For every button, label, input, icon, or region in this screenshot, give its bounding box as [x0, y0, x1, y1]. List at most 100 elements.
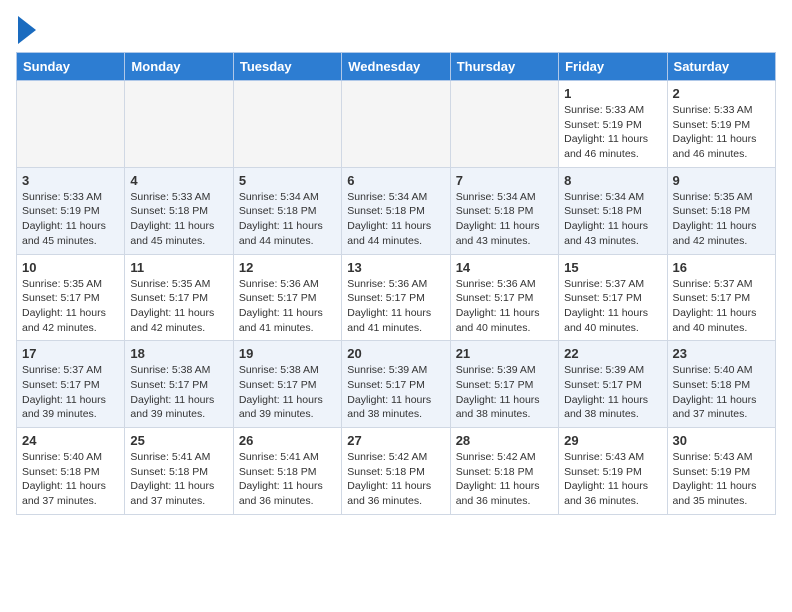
- calendar-cell: 15 Sunrise: 5:37 AM Sunset: 5:17 PM Dayli…: [559, 254, 667, 341]
- calendar-cell: 17 Sunrise: 5:37 AM Sunset: 5:17 PM Dayli…: [17, 341, 125, 428]
- calendar-week-row: 24Sunrise: 5:40 AM Sunset: 5:18 PM Dayli…: [17, 428, 776, 515]
- day-info: Sunrise: 5:35 AM Sunset: 5:17 PM Dayligh…: [130, 277, 227, 336]
- calendar-cell: 4Sunrise: 5:33 AM Sunset: 5:18 PM Daylig…: [125, 167, 233, 254]
- day-number: 14: [456, 260, 553, 275]
- calendar-week-row: 1 Sunrise: 5:33 AM Sunset: 5:19 PM Daylig…: [17, 81, 776, 168]
- day-info: Sunrise: 5:33 AM Sunset: 5:19 PM Dayligh…: [22, 190, 119, 249]
- day-info: Sunrise: 5:39 AM Sunset: 5:17 PM Dayligh…: [347, 363, 444, 422]
- calendar-cell: 25 Sunrise: 5:41 AM Sunset: 5:18 PM Dayli…: [125, 428, 233, 515]
- day-number: 20: [347, 346, 444, 361]
- day-info: Sunrise: 5:39 AM Sunset: 5:17 PM Dayligh…: [456, 363, 553, 422]
- calendar-cell: 29Sunrise: 5:43 AM Sunset: 5:19 PM Dayli…: [559, 428, 667, 515]
- calendar-cell: 8 Sunrise: 5:34 AM Sunset: 5:18 PM Daylig…: [559, 167, 667, 254]
- calendar-cell: 6Sunrise: 5:34 AM Sunset: 5:18 PM Daylig…: [342, 167, 450, 254]
- day-info: Sunrise: 5:38 AM Sunset: 5:17 PM Dayligh…: [239, 363, 336, 422]
- day-number: 25: [130, 433, 227, 448]
- calendar-cell: [233, 81, 341, 168]
- day-info: Sunrise: 5:35 AM Sunset: 5:18 PM Dayligh…: [673, 190, 770, 249]
- weekday-header: Wednesday: [342, 53, 450, 81]
- weekday-header: Tuesday: [233, 53, 341, 81]
- calendar-cell: [17, 81, 125, 168]
- calendar-week-row: 17 Sunrise: 5:37 AM Sunset: 5:17 PM Dayli…: [17, 341, 776, 428]
- day-number: 19: [239, 346, 336, 361]
- day-info: Sunrise: 5:42 AM Sunset: 5:18 PM Dayligh…: [347, 450, 444, 509]
- calendar-cell: 7 Sunrise: 5:34 AM Sunset: 5:18 PM Daylig…: [450, 167, 558, 254]
- day-number: 21: [456, 346, 553, 361]
- day-number: 3: [22, 173, 119, 188]
- day-number: 15: [564, 260, 661, 275]
- day-info: Sunrise: 5:37 AM Sunset: 5:17 PM Dayligh…: [564, 277, 661, 336]
- calendar-cell: 20 Sunrise: 5:39 AM Sunset: 5:17 PM Dayli…: [342, 341, 450, 428]
- day-number: 28: [456, 433, 553, 448]
- calendar-cell: [450, 81, 558, 168]
- calendar-week-row: 10 Sunrise: 5:35 AM Sunset: 5:17 PM Dayli…: [17, 254, 776, 341]
- weekday-header: Sunday: [17, 53, 125, 81]
- day-info: Sunrise: 5:36 AM Sunset: 5:17 PM Dayligh…: [456, 277, 553, 336]
- day-number: 7: [456, 173, 553, 188]
- day-number: 5: [239, 173, 336, 188]
- day-number: 23: [673, 346, 770, 361]
- calendar-cell: 13 Sunrise: 5:36 AM Sunset: 5:17 PM Dayli…: [342, 254, 450, 341]
- logo: [16, 16, 36, 44]
- calendar-cell: 19 Sunrise: 5:38 AM Sunset: 5:17 PM Dayli…: [233, 341, 341, 428]
- day-number: 30: [673, 433, 770, 448]
- calendar-cell: 18Sunrise: 5:38 AM Sunset: 5:17 PM Dayli…: [125, 341, 233, 428]
- day-info: Sunrise: 5:33 AM Sunset: 5:19 PM Dayligh…: [564, 103, 661, 162]
- day-info: Sunrise: 5:34 AM Sunset: 5:18 PM Dayligh…: [564, 190, 661, 249]
- calendar-cell: 10 Sunrise: 5:35 AM Sunset: 5:17 PM Dayli…: [17, 254, 125, 341]
- calendar-week-row: 3 Sunrise: 5:33 AM Sunset: 5:19 PM Daylig…: [17, 167, 776, 254]
- day-number: 2: [673, 86, 770, 101]
- day-info: Sunrise: 5:40 AM Sunset: 5:18 PM Dayligh…: [673, 363, 770, 422]
- day-info: Sunrise: 5:39 AM Sunset: 5:17 PM Dayligh…: [564, 363, 661, 422]
- day-number: 12: [239, 260, 336, 275]
- weekday-header: Thursday: [450, 53, 558, 81]
- day-info: Sunrise: 5:36 AM Sunset: 5:17 PM Dayligh…: [239, 277, 336, 336]
- day-info: Sunrise: 5:36 AM Sunset: 5:17 PM Dayligh…: [347, 277, 444, 336]
- day-number: 22: [564, 346, 661, 361]
- day-number: 17: [22, 346, 119, 361]
- day-info: Sunrise: 5:34 AM Sunset: 5:18 PM Dayligh…: [347, 190, 444, 249]
- day-number: 8: [564, 173, 661, 188]
- day-info: Sunrise: 5:37 AM Sunset: 5:17 PM Dayligh…: [22, 363, 119, 422]
- day-number: 27: [347, 433, 444, 448]
- calendar-cell: [125, 81, 233, 168]
- calendar-cell: 27 Sunrise: 5:42 AM Sunset: 5:18 PM Dayli…: [342, 428, 450, 515]
- day-info: Sunrise: 5:42 AM Sunset: 5:18 PM Dayligh…: [456, 450, 553, 509]
- calendar-cell: 9 Sunrise: 5:35 AM Sunset: 5:18 PM Daylig…: [667, 167, 775, 254]
- day-info: Sunrise: 5:41 AM Sunset: 5:18 PM Dayligh…: [130, 450, 227, 509]
- calendar-cell: 28 Sunrise: 5:42 AM Sunset: 5:18 PM Dayli…: [450, 428, 558, 515]
- calendar-cell: 5Sunrise: 5:34 AM Sunset: 5:18 PM Daylig…: [233, 167, 341, 254]
- calendar-cell: 23 Sunrise: 5:40 AM Sunset: 5:18 PM Dayli…: [667, 341, 775, 428]
- calendar-cell: [342, 81, 450, 168]
- page-header: [16, 16, 776, 44]
- calendar-cell: 26Sunrise: 5:41 AM Sunset: 5:18 PM Dayli…: [233, 428, 341, 515]
- calendar-cell: 30 Sunrise: 5:43 AM Sunset: 5:19 PM Dayli…: [667, 428, 775, 515]
- day-info: Sunrise: 5:43 AM Sunset: 5:19 PM Dayligh…: [673, 450, 770, 509]
- calendar-cell: 11Sunrise: 5:35 AM Sunset: 5:17 PM Dayli…: [125, 254, 233, 341]
- calendar-cell: 22 Sunrise: 5:39 AM Sunset: 5:17 PM Dayli…: [559, 341, 667, 428]
- calendar-cell: 16Sunrise: 5:37 AM Sunset: 5:17 PM Dayli…: [667, 254, 775, 341]
- calendar-cell: 24Sunrise: 5:40 AM Sunset: 5:18 PM Dayli…: [17, 428, 125, 515]
- weekday-header: Friday: [559, 53, 667, 81]
- day-info: Sunrise: 5:41 AM Sunset: 5:18 PM Dayligh…: [239, 450, 336, 509]
- calendar-cell: 14 Sunrise: 5:36 AM Sunset: 5:17 PM Dayli…: [450, 254, 558, 341]
- weekday-row: SundayMondayTuesdayWednesdayThursdayFrid…: [17, 53, 776, 81]
- calendar-cell: 12 Sunrise: 5:36 AM Sunset: 5:17 PM Dayli…: [233, 254, 341, 341]
- day-info: Sunrise: 5:34 AM Sunset: 5:18 PM Dayligh…: [456, 190, 553, 249]
- day-number: 4: [130, 173, 227, 188]
- day-info: Sunrise: 5:37 AM Sunset: 5:17 PM Dayligh…: [673, 277, 770, 336]
- calendar-cell: 1 Sunrise: 5:33 AM Sunset: 5:19 PM Daylig…: [559, 81, 667, 168]
- day-number: 24: [22, 433, 119, 448]
- day-number: 13: [347, 260, 444, 275]
- weekday-header: Saturday: [667, 53, 775, 81]
- day-info: Sunrise: 5:43 AM Sunset: 5:19 PM Dayligh…: [564, 450, 661, 509]
- calendar-cell: 3 Sunrise: 5:33 AM Sunset: 5:19 PM Daylig…: [17, 167, 125, 254]
- calendar-table: SundayMondayTuesdayWednesdayThursdayFrid…: [16, 52, 776, 515]
- day-number: 1: [564, 86, 661, 101]
- calendar-header: SundayMondayTuesdayWednesdayThursdayFrid…: [17, 53, 776, 81]
- day-number: 9: [673, 173, 770, 188]
- day-number: 10: [22, 260, 119, 275]
- day-info: Sunrise: 5:35 AM Sunset: 5:17 PM Dayligh…: [22, 277, 119, 336]
- day-info: Sunrise: 5:33 AM Sunset: 5:19 PM Dayligh…: [673, 103, 770, 162]
- day-info: Sunrise: 5:38 AM Sunset: 5:17 PM Dayligh…: [130, 363, 227, 422]
